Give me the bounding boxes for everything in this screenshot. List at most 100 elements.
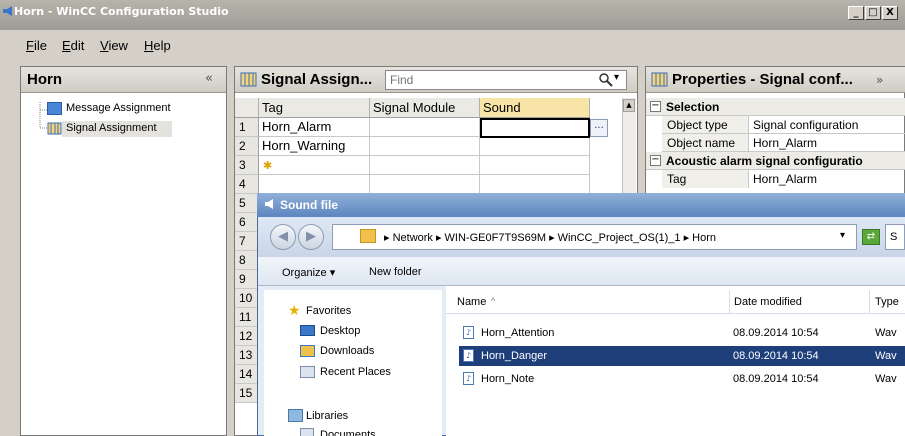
sound-cell[interactable]: [480, 137, 590, 156]
close-button[interactable]: X: [882, 6, 898, 20]
row-number[interactable]: 7: [235, 232, 259, 251]
section-acoustic-label: Acoustic alarm signal configuratio: [666, 154, 863, 168]
message-assignment-icon: [47, 102, 62, 115]
prop-tag-label: Tag: [667, 172, 687, 186]
desktop-icon: [300, 325, 315, 336]
sound-cell-editor[interactable]: [480, 118, 590, 138]
tree-item-message-assignment[interactable]: Message Assignment: [66, 102, 171, 114]
window-title: Horn - WinCC Configuration Studio: [14, 5, 229, 18]
row-number[interactable]: 13: [235, 346, 259, 365]
column-name[interactable]: Name: [457, 296, 486, 308]
tag-cell[interactable]: Horn_Warning: [259, 137, 370, 156]
nav-favorites[interactable]: Favorites: [306, 305, 351, 317]
dialog-title: Sound file: [280, 198, 338, 212]
tag-cell[interactable]: [259, 156, 370, 175]
tag-cell[interactable]: Horn_Alarm: [259, 118, 370, 137]
prop-value-cell: [749, 116, 905, 134]
menu-view[interactable]: View: [100, 38, 128, 53]
row-number[interactable]: 11: [235, 308, 259, 327]
prop-object-name-label: Object name: [667, 136, 736, 150]
column-divider[interactable]: [729, 290, 730, 314]
row-number[interactable]: 8: [235, 251, 259, 270]
find-input[interactable]: [385, 70, 627, 90]
column-date-modified[interactable]: Date modified: [734, 296, 802, 308]
file-list-header: [446, 290, 905, 314]
menu-bar: [0, 30, 905, 63]
favorites-star-icon: ★: [288, 303, 301, 319]
search-icon[interactable]: [598, 72, 614, 88]
maximize-button[interactable]: □: [865, 6, 881, 20]
new-folder-button[interactable]: New folder: [369, 266, 422, 278]
column-header-sound[interactable]: Sound: [480, 98, 590, 118]
file-date: 08.09.2014 10:54: [733, 373, 819, 385]
row-number[interactable]: 4: [235, 175, 259, 194]
new-row-icon: ✱: [263, 159, 273, 172]
column-type[interactable]: Type: [875, 296, 899, 308]
nav-documents[interactable]: Documents: [320, 429, 376, 436]
sound-cell[interactable]: [480, 175, 590, 194]
libraries-icon: [288, 409, 303, 422]
section-selection-label: Selection: [666, 100, 720, 114]
prop-value-cell: [749, 134, 905, 152]
file-type: Wav: [875, 327, 897, 339]
grid-icon: [240, 72, 257, 87]
signal-module-cell[interactable]: [370, 137, 480, 156]
column-header-signal-module[interactable]: Signal Module: [370, 98, 480, 118]
nav-recent-places[interactable]: Recent Places: [320, 366, 391, 378]
audio-file-icon: ♪: [463, 372, 474, 385]
tag-cell[interactable]: [259, 175, 370, 194]
expand-icon[interactable]: »: [876, 73, 883, 87]
scroll-up-button[interactable]: ▲: [623, 99, 635, 112]
file-name: Horn_Attention: [481, 327, 555, 339]
signal-module-cell[interactable]: [370, 118, 480, 137]
signal-assignment-title: Signal Assign...: [261, 71, 373, 88]
forward-button[interactable]: ▶: [298, 224, 324, 250]
address-breadcrumb[interactable]: ▸ Network ▸ WIN-GE0F7T9S69M ▸ WinCC_Proj…: [384, 231, 716, 244]
menu-file[interactable]: File: [26, 38, 47, 53]
signal-assignment-icon: [47, 122, 62, 135]
menu-edit[interactable]: Edit: [62, 38, 84, 53]
row-number[interactable]: 10: [235, 289, 259, 308]
row-number[interactable]: 9: [235, 270, 259, 289]
row-number[interactable]: 5: [235, 194, 259, 213]
collapse-icon[interactable]: «: [205, 71, 213, 86]
sound-cell[interactable]: [480, 156, 590, 175]
column-header-tag[interactable]: Tag: [259, 98, 370, 118]
properties-icon: [651, 72, 668, 87]
menu-help[interactable]: Help: [144, 38, 171, 53]
address-dropdown-icon[interactable]: ▾: [840, 230, 845, 241]
recent-places-icon: [300, 366, 315, 378]
row-number[interactable]: 15: [235, 384, 259, 403]
audio-file-icon: ♪: [463, 326, 474, 339]
row-number[interactable]: 2: [235, 137, 259, 156]
sort-ascending-icon: ^: [491, 296, 496, 306]
nav-desktop[interactable]: Desktop: [320, 325, 360, 337]
browse-button[interactable]: ...: [590, 119, 608, 137]
prop-tag-value[interactable]: Horn_Alarm: [753, 172, 817, 186]
tree-item-signal-assignment[interactable]: Signal Assignment: [66, 122, 157, 134]
dialog-toolbar: [258, 257, 905, 286]
audio-file-icon: ♪: [463, 349, 474, 362]
search-dropdown-icon[interactable]: ▾: [614, 72, 619, 83]
column-divider[interactable]: [869, 290, 870, 314]
collapse-selection-icon[interactable]: −: [650, 101, 661, 112]
collapse-acoustic-icon[interactable]: −: [650, 155, 661, 166]
nav-downloads[interactable]: Downloads: [320, 345, 374, 357]
row-number[interactable]: 12: [235, 327, 259, 346]
signal-module-cell[interactable]: [370, 156, 480, 175]
organize-button[interactable]: Organize ▾: [282, 266, 335, 279]
nav-libraries[interactable]: Libraries: [306, 410, 348, 422]
file-type: Wav: [875, 373, 897, 385]
speaker-icon: [265, 199, 273, 209]
folder-icon: [360, 229, 376, 243]
row-number[interactable]: 14: [235, 365, 259, 384]
row-number[interactable]: 6: [235, 213, 259, 232]
minimize-button[interactable]: _: [848, 6, 864, 20]
signal-module-cell[interactable]: [370, 175, 480, 194]
refresh-icon[interactable]: ⇄: [862, 229, 880, 245]
back-button[interactable]: ◀: [270, 224, 296, 250]
properties-title: Properties - Signal conf...: [672, 71, 853, 88]
row-number[interactable]: 3: [235, 156, 259, 175]
row-number[interactable]: 1: [235, 118, 259, 137]
file-date: 08.09.2014 10:54: [733, 350, 819, 362]
